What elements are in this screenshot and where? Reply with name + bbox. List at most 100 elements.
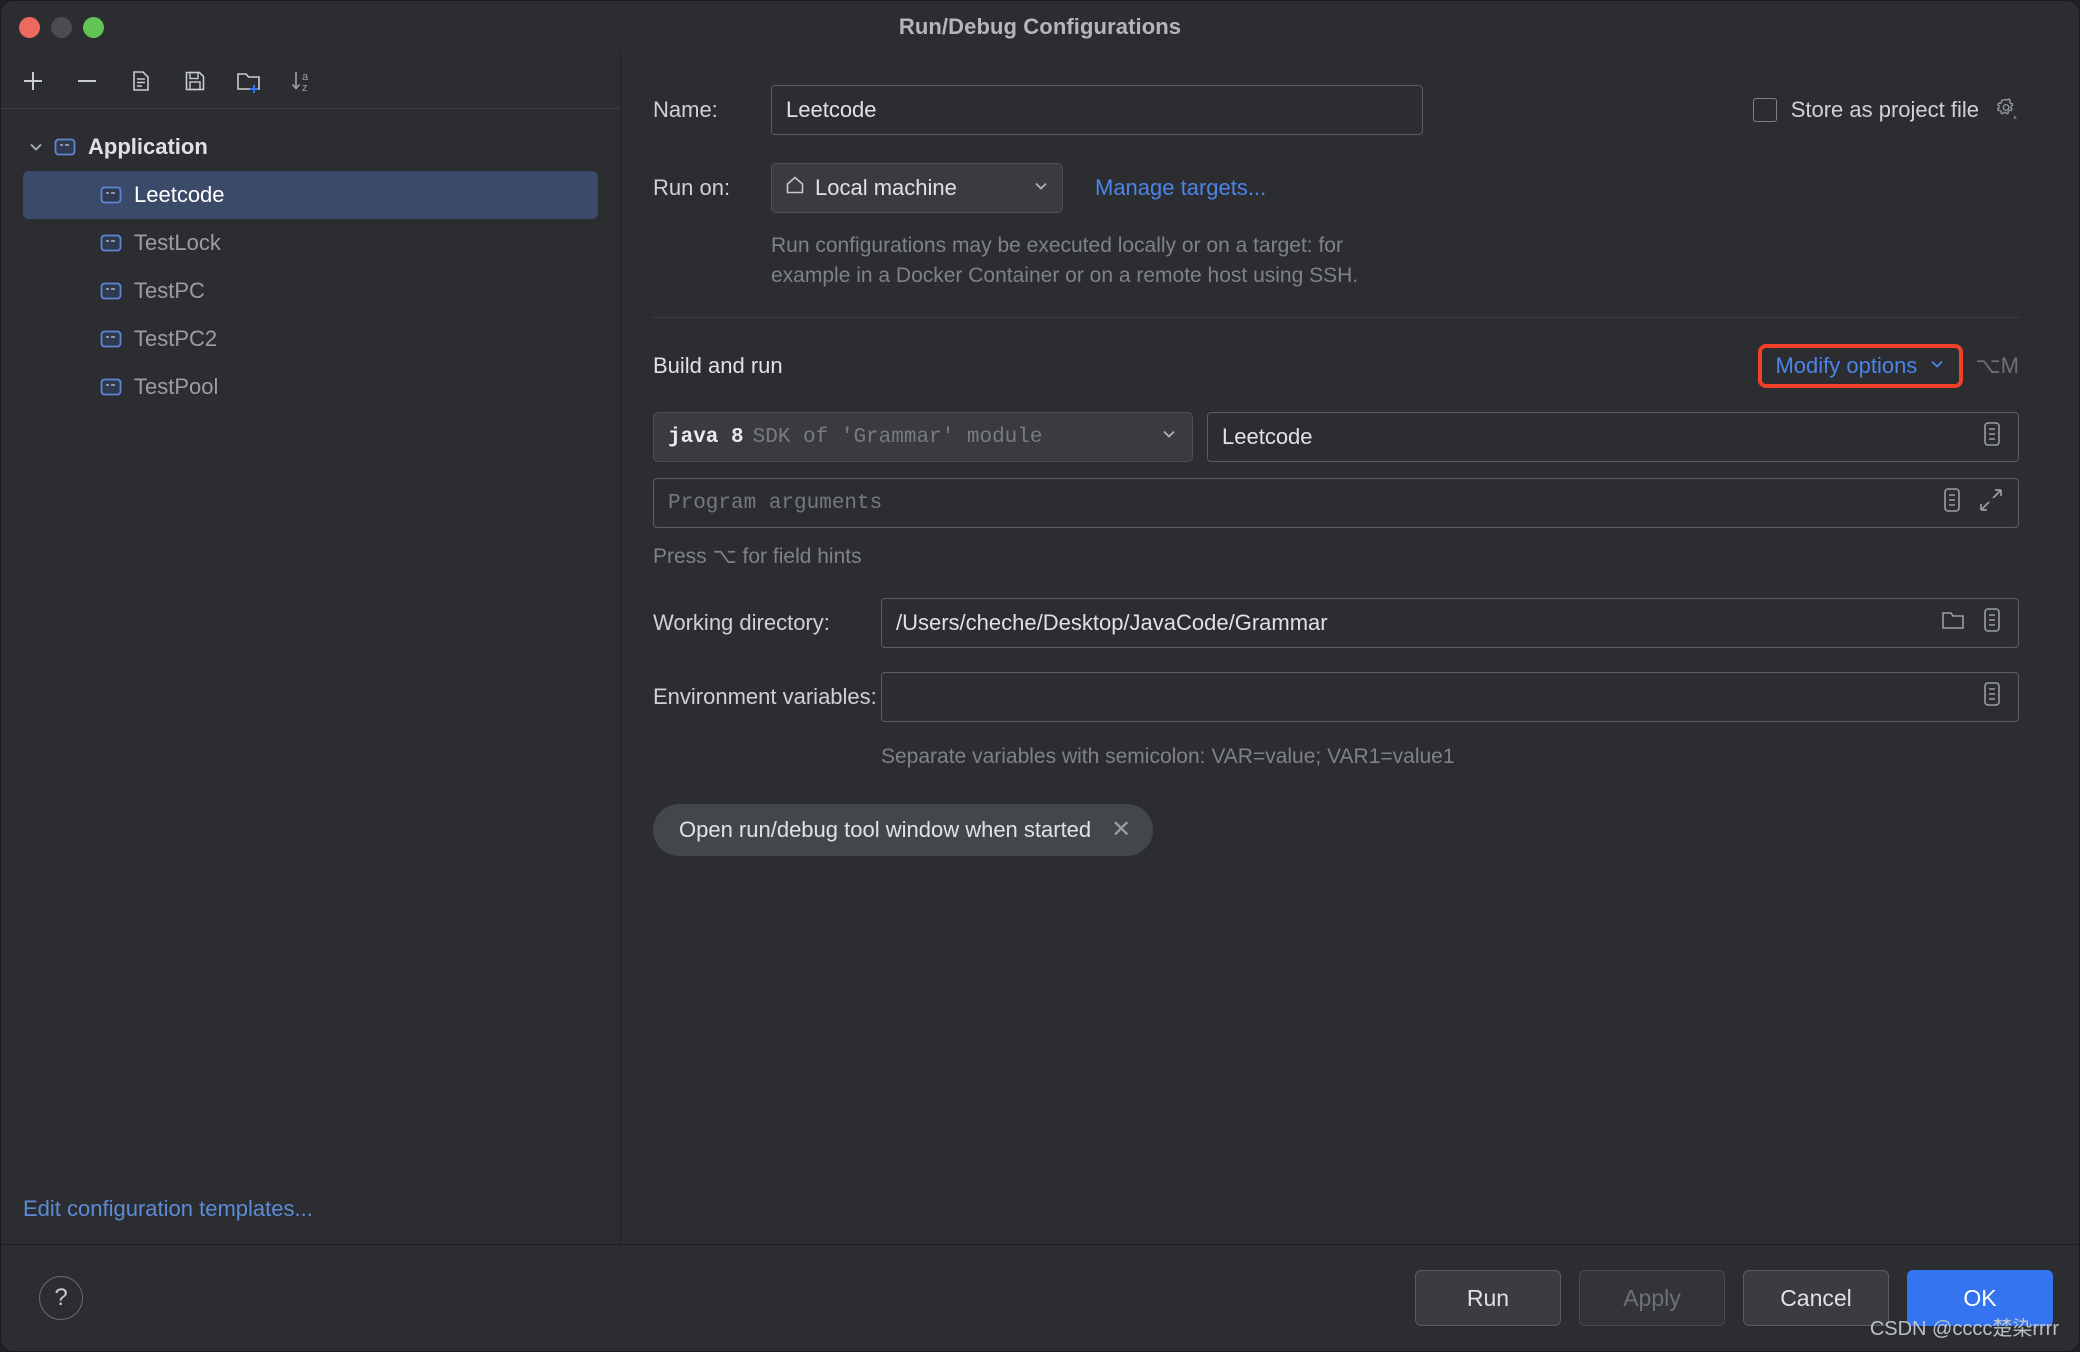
environment-variables-field-actions (1968, 680, 2004, 714)
application-config-icon (99, 231, 123, 255)
main-class-value: Leetcode (1222, 424, 1313, 450)
open-tool-window-chip[interactable]: Open run/debug tool window when started … (653, 804, 1153, 856)
run-on-target-value: Local machine (815, 175, 957, 201)
remove-configuration-button[interactable] (65, 60, 109, 102)
application-config-icon (99, 279, 123, 303)
help-button[interactable]: ? (39, 1276, 83, 1320)
gear-icon[interactable] (1993, 95, 2019, 126)
main-class-field-actions (1968, 420, 2004, 454)
sidebar-item-testlock[interactable]: TestLock (1, 219, 620, 267)
open-tool-window-chip-label: Open run/debug tool window when started (679, 817, 1091, 843)
run-on-label: Run on: (653, 175, 771, 201)
configurations-tree: Application Leetcode T (1, 109, 620, 411)
run-button[interactable]: Run (1415, 1270, 1561, 1326)
folder-icon[interactable] (1940, 608, 1966, 638)
run-on-hint: Run configurations may be executed local… (771, 231, 2019, 291)
section-divider (653, 317, 2019, 318)
window-controls (19, 17, 104, 38)
application-config-icon (99, 327, 123, 351)
field-hints-text: Press ⌥ for field hints (653, 542, 2019, 572)
close-icon[interactable]: ✕ (1111, 818, 1131, 842)
main-class-input[interactable]: Leetcode (1207, 412, 2019, 462)
sidebar-item-testpc[interactable]: TestPC (1, 267, 620, 315)
chevron-down-icon[interactable] (23, 138, 49, 156)
chevron-down-icon (1928, 353, 1946, 379)
application-config-icon (99, 375, 123, 399)
cancel-button[interactable]: Cancel (1743, 1270, 1889, 1326)
name-row: Name: Leetcode Store as project file (653, 85, 2019, 135)
name-input[interactable]: Leetcode (771, 85, 1423, 135)
run-on-row: Run on: Local machine Manage targets... (653, 163, 2019, 213)
working-directory-input[interactable]: /Users/cheche/Desktop/JavaCode/Grammar (881, 598, 2019, 648)
application-config-icon (53, 135, 77, 159)
build-and-run-header: Build and run Modify options ⌥M (653, 344, 2019, 388)
home-icon (784, 174, 806, 202)
help-icon: ? (54, 1284, 67, 1312)
sidebar-item-testpc2[interactable]: TestPC2 (1, 315, 620, 363)
move-to-folder-button[interactable] (227, 60, 271, 102)
expand-list-icon[interactable] (1980, 606, 2004, 640)
program-arguments-input[interactable]: Program arguments (653, 478, 2019, 528)
jre-dropdown[interactable]: java 8 SDK of 'Grammar' module (653, 412, 1193, 462)
working-directory-row: Working directory: /Users/cheche/Desktop… (653, 598, 2019, 648)
run-debug-configurations-dialog: Run/Debug Configurations (0, 0, 2080, 1352)
run-on-target-dropdown[interactable]: Local machine (771, 163, 1063, 213)
minimize-window-button[interactable] (51, 17, 72, 38)
modify-options-group: Modify options ⌥M (1758, 344, 2019, 388)
sdk-and-main-class-row: java 8 SDK of 'Grammar' module Leetcode (653, 412, 2019, 462)
manage-targets-link[interactable]: Manage targets... (1095, 175, 1266, 201)
jre-name: java 8 (668, 426, 744, 449)
environment-variables-hint: Separate variables with semicolon: VAR=v… (881, 742, 2019, 772)
modify-options-button[interactable]: Modify options (1758, 344, 1963, 388)
close-window-button[interactable] (19, 17, 40, 38)
expand-list-icon[interactable] (1980, 420, 2004, 454)
build-and-run-title: Build and run (653, 353, 783, 379)
sidebar-item-leetcode[interactable]: Leetcode (23, 171, 598, 219)
program-arguments-row: Program arguments (653, 478, 2019, 528)
store-as-project-file-group[interactable]: Store as project file (1753, 95, 2019, 126)
title-bar: Run/Debug Configurations (1, 1, 2079, 53)
options-chip-row: Open run/debug tool window when started … (653, 804, 2019, 856)
working-directory-label: Working directory: (653, 610, 881, 636)
environment-variables-row: Environment variables: (653, 672, 2019, 722)
name-label: Name: (653, 97, 771, 123)
footer-buttons: Run Apply Cancel OK (1415, 1270, 2053, 1326)
expand-list-icon[interactable] (1940, 486, 1964, 520)
dialog-title: Run/Debug Configurations (1, 14, 2079, 40)
sidebar-item-testpool[interactable]: TestPool (1, 363, 620, 411)
sidebar-toolbar: a z (1, 53, 620, 109)
zoom-window-button[interactable] (83, 17, 104, 38)
sidebar-item-label: TestPool (134, 374, 218, 400)
save-configuration-button[interactable] (173, 60, 217, 102)
tree-group-application[interactable]: Application (1, 123, 620, 171)
modify-options-label: Modify options (1775, 353, 1917, 379)
run-on-hint-line-2: example in a Docker Container or on a re… (771, 261, 2019, 291)
ok-button[interactable]: OK (1907, 1270, 2053, 1326)
working-directory-value: /Users/cheche/Desktop/JavaCode/Grammar (896, 610, 1328, 636)
sidebar-item-label: TestPC (134, 278, 205, 304)
copy-configuration-button[interactable] (119, 60, 163, 102)
store-as-project-file-checkbox[interactable] (1753, 98, 1777, 122)
store-as-project-file-label: Store as project file (1791, 97, 1979, 123)
working-directory-field-actions (1928, 606, 2004, 640)
run-on-hint-line-1: Run configurations may be executed local… (771, 231, 2019, 261)
environment-variables-label: Environment variables: (653, 684, 881, 710)
sidebar-item-label: Leetcode (134, 182, 225, 208)
chevron-down-icon (1160, 425, 1178, 450)
modify-options-shortcut: ⌥M (1975, 353, 2019, 379)
edit-configuration-templates-link[interactable]: Edit configuration templates... (23, 1196, 313, 1222)
program-arguments-placeholder: Program arguments (668, 492, 882, 515)
sidebar-item-label: TestPC2 (134, 326, 217, 352)
add-configuration-button[interactable] (11, 60, 55, 102)
dialog-footer: ? Run Apply Cancel OK (1, 1244, 2079, 1351)
sort-az-button[interactable]: a z (281, 60, 325, 102)
environment-variables-input[interactable] (881, 672, 2019, 722)
chevron-down-icon (1014, 175, 1050, 201)
expand-list-icon[interactable] (1980, 680, 2004, 714)
sidebar-item-label: TestLock (134, 230, 221, 256)
apply-button: Apply (1579, 1270, 1725, 1326)
expand-editor-icon[interactable] (1978, 487, 2004, 519)
svg-text:z: z (302, 82, 308, 94)
jre-description: SDK of 'Grammar' module (753, 426, 1043, 449)
tree-group-label: Application (88, 134, 208, 160)
